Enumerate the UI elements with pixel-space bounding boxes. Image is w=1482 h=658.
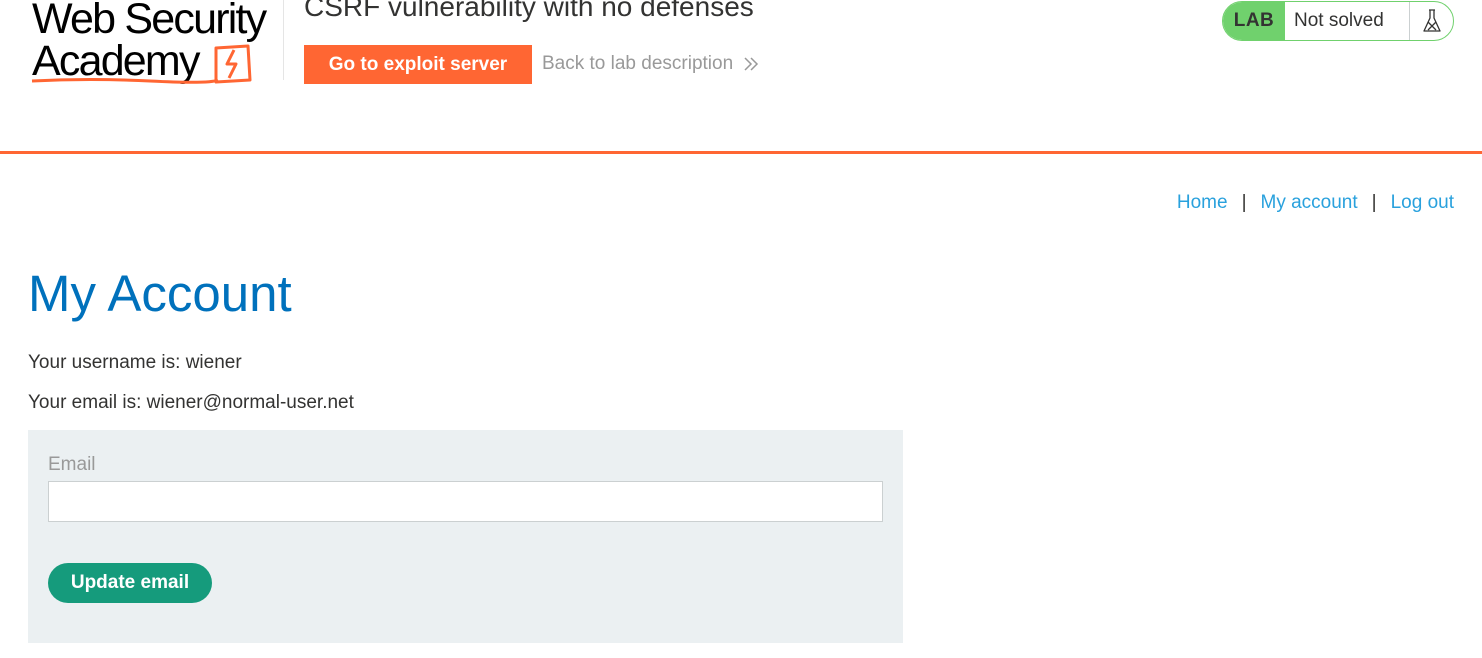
username-text: Your username is: wiener — [28, 352, 242, 373]
lab-title: CSRF vulnerability with no defenses — [304, 0, 754, 22]
header-divider — [283, 0, 284, 80]
go-to-exploit-server-button[interactable]: Go to exploit server — [304, 45, 532, 84]
update-email-button[interactable]: Update email — [48, 563, 212, 603]
header-orange-rule — [0, 151, 1482, 154]
email-field[interactable] — [48, 481, 883, 522]
flask-icon — [1409, 2, 1453, 40]
web-security-academy-logo[interactable]: Web Security Academy — [30, 0, 280, 94]
site-header: Web Security Academy CSRF vulnerability … — [0, 0, 1482, 152]
email-text: Your email is: wiener@normal-user.net — [28, 392, 354, 413]
email-field-label: Email — [48, 454, 96, 475]
lab-badge: LAB — [1223, 2, 1285, 40]
change-email-form: Email Update email — [28, 430, 903, 643]
nav-separator: | — [1241, 192, 1247, 213]
back-to-lab-description-link[interactable]: Back to lab description — [542, 53, 759, 75]
lab-status-widget: LAB Not solved — [1222, 1, 1454, 41]
logo-underline — [31, 78, 219, 84]
back-link-label: Back to lab description — [542, 53, 734, 74]
nav-separator: | — [1371, 192, 1377, 213]
top-nav: Home | My account | Log out — [1177, 192, 1454, 214]
double-chevron-right-icon — [743, 56, 759, 72]
lab-status-text: Not solved — [1294, 10, 1384, 31]
nav-log-out-link[interactable]: Log out — [1391, 192, 1454, 214]
nav-home-link[interactable]: Home — [1177, 192, 1228, 214]
logo-text-line1: Web Security — [32, 0, 267, 43]
nav-my-account-link[interactable]: My account — [1261, 192, 1358, 214]
page-title: My Account — [28, 265, 292, 322]
